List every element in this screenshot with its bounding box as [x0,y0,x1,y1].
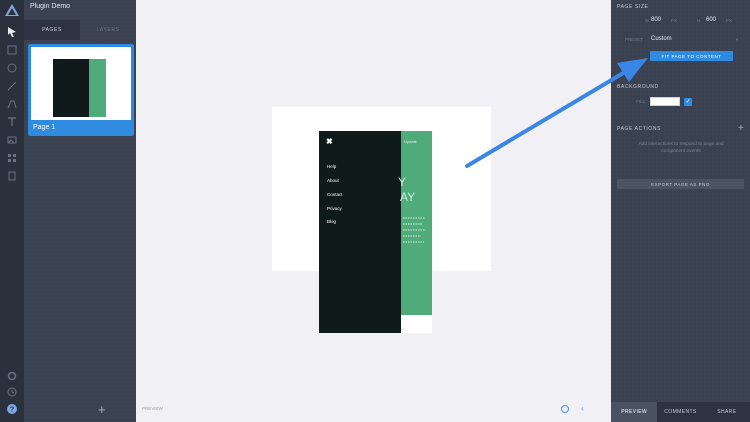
chevron-left-icon[interactable]: ‹ [581,404,584,413]
comments-button[interactable]: COMMENTS [657,402,703,422]
mobile-menu-panel[interactable] [319,131,401,333]
green-header-text: Update [404,139,417,144]
tab-pages[interactable]: PAGES [24,20,80,40]
preset-label: PRESET [625,37,644,42]
hero-letter-1: Y [398,175,407,189]
text-tool-icon[interactable] [6,116,18,128]
select-tool-icon[interactable] [6,26,18,38]
width-label: W [645,18,650,23]
height-unit: PX [726,18,733,23]
menu-item-privacy[interactable]: Privacy [327,206,342,211]
line-tool-icon[interactable] [6,80,18,92]
width-unit: PX [671,18,678,23]
panel-tabs: PAGES LAYERS [24,20,136,40]
help-icon[interactable]: ? [6,403,18,415]
rectangle-tool-icon[interactable] [6,44,18,56]
ellipse-tool-icon[interactable] [6,62,18,74]
chevron-down-icon[interactable]: ▾ [736,37,738,43]
fit-page-to-content-button[interactable]: FIT PAGE TO CONTENT [650,51,733,61]
zoom-fit-icon[interactable] [561,405,569,413]
menu-item-blog[interactable]: Blog [327,219,336,224]
page-name: Page 1 [33,124,56,131]
fill-color-swatch[interactable] [650,97,680,106]
thumbnail-green-panel [89,59,106,117]
tool-rail: ? [0,0,24,422]
page-thumbnail-card[interactable]: Page 1 [28,44,134,136]
add-action-plus-icon[interactable]: + [738,124,744,134]
fill-checkbox[interactable]: ✓ [684,98,692,106]
width-input[interactable]: 800 [651,17,661,23]
height-label: H [697,18,701,23]
design-canvas[interactable]: ✖ Help About Contact Privacy Blog Update… [136,0,611,422]
hotspot-tool-icon[interactable] [6,170,18,182]
image-tool-icon[interactable] [6,134,18,146]
page-actions-hint: Add interactions to respond to page and … [638,142,724,154]
page-actions-title: PAGE ACTIONS [617,126,662,132]
mobile-footer-strip [401,315,432,333]
share-button[interactable]: SHARE [704,402,750,422]
hero-letter-2: AY [400,190,416,204]
pages-panel: Plugin Demo PAGES LAYERS Page 1 + [24,0,136,422]
settings-icon[interactable] [6,370,18,382]
menu-item-about[interactable]: About [327,178,339,183]
background-title: BACKGROUND [617,84,659,90]
export-page-button[interactable]: EXPORT PAGE AS PNG [617,179,744,189]
menu-item-help[interactable]: Help [327,164,336,169]
svg-text:?: ? [10,407,14,414]
fill-label: FILL [636,99,646,104]
preview-button[interactable]: PREVIEW [611,402,658,422]
app: ? Plugin Demo PAGES LAYERS Page 1 + ✖ He… [0,0,750,422]
bottom-action-bar: PREVIEW COMMENTS SHARE [611,402,750,422]
green-body-text-lines [403,217,426,243]
page-thumbnail-image [31,47,131,120]
menu-item-contact[interactable]: Contact [327,192,343,197]
thumbnail-dark-panel [53,59,89,117]
close-icon[interactable]: ✖ [326,137,333,146]
add-page-plus-icon[interactable]: + [98,403,106,416]
inspector-panel: PAGE SIZE W 800 PX H 600 PX PRESET Custo… [611,0,750,422]
page-size-title: PAGE SIZE [617,4,649,10]
canvas-footer-label: PREVIEW [142,406,163,411]
component-tool-icon[interactable] [6,152,18,164]
pen-tool-icon[interactable] [6,98,18,110]
history-icon[interactable] [6,386,18,398]
height-input[interactable]: 600 [706,17,716,23]
project-title: Plugin Demo [30,3,71,10]
app-logo-icon[interactable] [5,4,19,16]
tab-layers[interactable]: LAYERS [80,20,136,40]
preset-select[interactable]: Custom [651,36,672,42]
